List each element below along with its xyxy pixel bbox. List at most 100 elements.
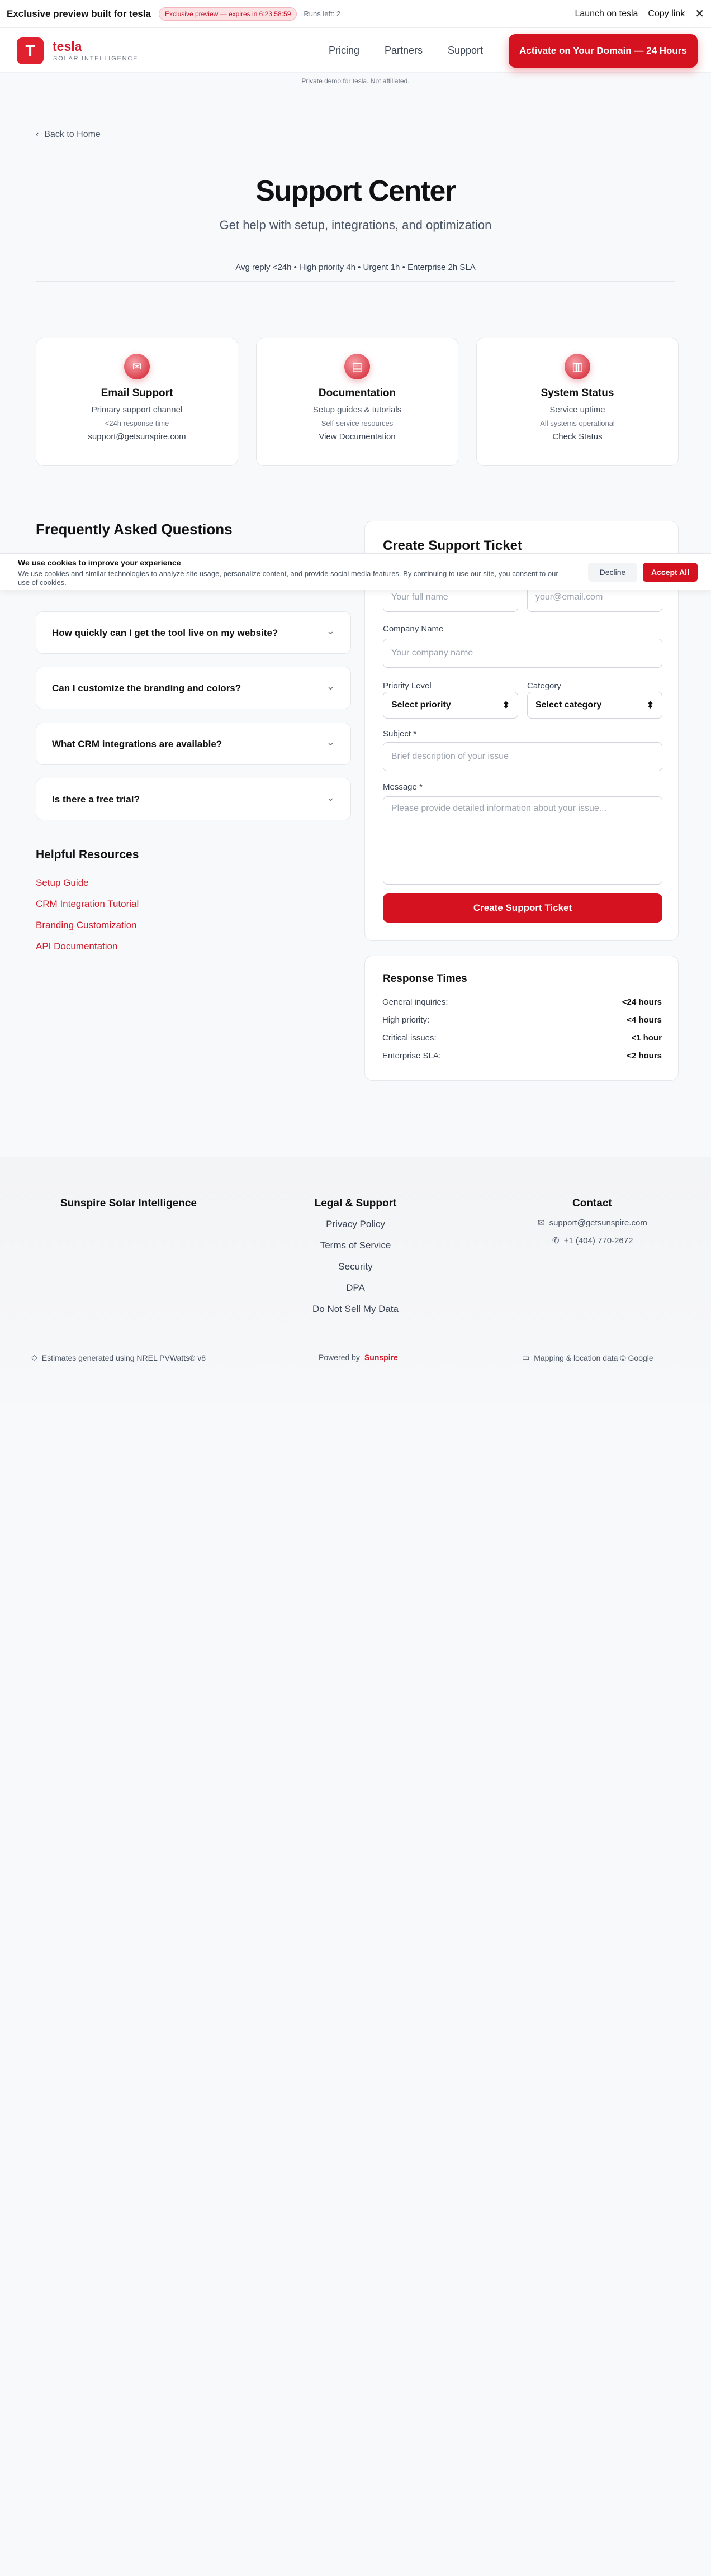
footer-phone-text: +1 (404) 770-2672 <box>563 1235 633 1246</box>
category-value: Select category <box>535 700 602 710</box>
powered-by-text: Powered by <box>319 1353 360 1362</box>
mapping-text: Mapping & location data © Google <box>534 1353 653 1362</box>
card-line: Setup guides & tutorials <box>312 405 402 415</box>
footer-link-security[interactable]: Security <box>0 1261 711 1272</box>
view-documentation-link[interactable]: View Documentation <box>257 432 458 441</box>
response-value: <2 hours <box>627 1051 662 1061</box>
chevron-down-icon: ⌄ <box>326 681 335 692</box>
copy-link[interactable]: Copy link <box>648 9 685 19</box>
response-times-title: Response Times <box>383 973 467 985</box>
documentation-card: ▤ Documentation Setup guides & tutorials… <box>256 338 458 466</box>
faq-question: Is there a free trial? <box>52 794 140 805</box>
company-label: Company Name <box>383 624 444 634</box>
banner-title: Exclusive preview built for tesla <box>7 8 151 19</box>
select-arrow-icon: ⬍ <box>646 701 654 710</box>
resource-link[interactable]: Setup Guide <box>36 877 89 888</box>
footer-email[interactable]: ✉ support@getsunspire.com <box>538 1218 647 1228</box>
nav-support[interactable]: Support <box>448 45 483 56</box>
ticket-title: Create Support Ticket <box>383 538 522 553</box>
priority-value: Select priority <box>391 700 451 710</box>
company-field[interactable] <box>383 639 662 668</box>
disclaimer: Private demo for tesla. Not affiliated. <box>301 77 410 85</box>
support-email-link[interactable]: support@getsunspire.com <box>36 432 238 441</box>
card-title: System Status <box>541 387 614 399</box>
launch-link[interactable]: Launch on tesla <box>575 9 638 19</box>
category-select[interactable]: Select category ⬍ <box>527 692 662 719</box>
faq-item[interactable]: Can I customize the branding and colors?… <box>36 667 351 709</box>
system-status-card: ▥ System Status Service uptime All syste… <box>476 338 679 466</box>
footer-contact-title: Contact <box>572 1197 612 1209</box>
runs-left: Runs left: 2 <box>304 9 341 18</box>
card-line: All systems operational <box>540 419 615 427</box>
map-icon: ▭ <box>522 1353 530 1362</box>
expiry-badge: Exclusive preview — expires in 6:23:58:5… <box>158 7 297 21</box>
logo-icon[interactable]: T <box>17 37 44 64</box>
response-label: Critical issues: <box>382 1033 437 1043</box>
resource-link[interactable]: CRM Integration Tutorial <box>36 899 139 910</box>
message-label: Message * <box>383 782 423 792</box>
email-support-card: ✉ Email Support Primary support channel … <box>36 338 238 466</box>
chevron-down-icon: ⌄ <box>326 736 335 748</box>
document-icon: ▤ <box>344 354 370 379</box>
resource-link[interactable]: API Documentation <box>36 941 117 952</box>
faq-title: Frequently Asked Questions <box>36 521 233 538</box>
faq-item[interactable]: Is there a free trial? ⌄ <box>36 778 351 820</box>
footer-link-do-not-sell[interactable]: Do Not Sell My Data <box>0 1304 711 1315</box>
back-label: Back to Home <box>44 130 101 139</box>
powered-by-brand[interactable]: Sunspire <box>364 1353 398 1362</box>
close-icon[interactable]: ✕ <box>695 8 704 20</box>
response-label: Enterprise SLA: <box>382 1051 442 1061</box>
activate-button[interactable]: Activate on Your Domain — 24 Hours <box>509 34 698 68</box>
cookie-banner: We use cookies to improve your experienc… <box>0 553 711 590</box>
category-label: Category <box>527 681 561 691</box>
mail-icon: ✉ <box>538 1218 545 1228</box>
accept-all-button[interactable]: Accept All <box>643 563 698 582</box>
brand-name[interactable]: tesla <box>53 39 82 54</box>
cookie-title: We use cookies to improve your experienc… <box>18 558 181 567</box>
message-field[interactable] <box>383 796 662 885</box>
estimates-text: Estimates generated using NREL PVWatts® … <box>41 1353 206 1362</box>
footer-link-dpa[interactable]: DPA <box>0 1282 711 1294</box>
resources-title: Helpful Resources <box>36 848 139 861</box>
cookie-text: We use cookies and similar technologies … <box>18 569 558 587</box>
faq-question: What CRM integrations are available? <box>52 739 222 749</box>
card-title: Email Support <box>101 387 173 399</box>
response-label: High priority: <box>382 1015 430 1025</box>
select-arrow-icon: ⬍ <box>502 701 510 710</box>
page-subtitle: Get help with setup, integrations, and o… <box>219 218 492 232</box>
back-link[interactable]: ‹ Back to Home <box>36 130 101 140</box>
brand-subtitle: SOLAR INTELLIGENCE <box>53 55 139 62</box>
footer-email-text: support@getsunspire.com <box>549 1218 647 1228</box>
faq-item[interactable]: How quickly can I get the tool live on m… <box>36 611 351 654</box>
response-row: General inquiries: <24 hours <box>382 997 662 1007</box>
nav-partners[interactable]: Partners <box>385 45 423 56</box>
resource-link[interactable]: Branding Customization <box>36 920 136 931</box>
site-footer: Sunspire Solar Intelligence Legal & Supp… <box>0 1157 711 1403</box>
chart-icon: ▥ <box>565 354 590 379</box>
mapping-note: ▭ Mapping & location data © Google <box>522 1353 653 1362</box>
create-ticket-button[interactable]: Create Support Ticket <box>383 893 662 923</box>
response-row: Enterprise SLA: <2 hours <box>382 1051 662 1061</box>
phone-icon: ✆ <box>552 1236 560 1246</box>
response-value: <24 hours <box>622 997 662 1007</box>
site-header: T tesla SOLAR INTELLIGENCE Pricing Partn… <box>0 28 711 73</box>
card-line: <24h response time <box>105 419 169 427</box>
footer-phone[interactable]: ✆ +1 (404) 770-2672 <box>552 1235 633 1246</box>
sla-summary: Avg reply <24h • High priority 4h • Urge… <box>36 253 675 282</box>
response-row: High priority: <4 hours <box>382 1015 662 1025</box>
subject-field[interactable] <box>383 742 662 771</box>
nav-pricing[interactable]: Pricing <box>329 45 359 56</box>
chevron-down-icon: ⌄ <box>326 792 335 803</box>
priority-select[interactable]: Select priority ⬍ <box>383 692 518 719</box>
powered-by: Powered by Sunspire <box>319 1353 398 1362</box>
card-line: Service uptime <box>549 405 605 415</box>
faq-question: Can I customize the branding and colors? <box>52 683 241 693</box>
decline-button[interactable]: Decline <box>588 563 637 582</box>
faq-item[interactable]: What CRM integrations are available? ⌄ <box>36 723 351 765</box>
page-title: Support Center <box>255 175 456 207</box>
subject-label: Subject * <box>383 729 417 739</box>
check-status-link[interactable]: Check Status <box>477 432 678 441</box>
card-line: Self-service resources <box>321 419 394 427</box>
response-label: General inquiries: <box>382 997 448 1007</box>
priority-label: Priority Level <box>383 681 432 691</box>
